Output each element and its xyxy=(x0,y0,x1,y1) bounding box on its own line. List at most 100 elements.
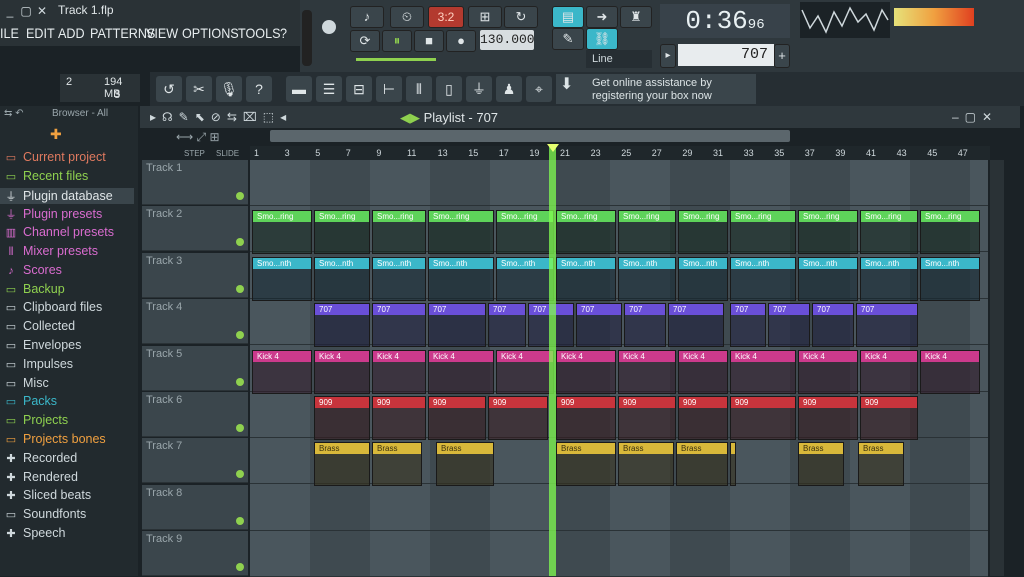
undo-icon[interactable]: ↺ xyxy=(156,76,182,102)
track-header[interactable]: Track 7 xyxy=(142,438,248,484)
master-volume-slider[interactable] xyxy=(302,10,312,66)
pattern-clip[interactable]: Smo...ring xyxy=(678,210,728,255)
browser-item[interactable]: ♪ Scores xyxy=(4,263,62,277)
pattern-clip[interactable]: Smo...nth xyxy=(920,256,980,301)
browser-item[interactable]: ✚ Recorded xyxy=(4,451,77,465)
pattern-clip[interactable]: Smo...ring xyxy=(428,210,494,255)
pattern-clip[interactable]: 909 xyxy=(618,396,676,440)
menu-view[interactable]: VIEW xyxy=(146,25,178,41)
pattern-clip[interactable]: 707 xyxy=(428,303,486,348)
track-enable-led[interactable] xyxy=(236,377,244,386)
pattern-clip[interactable]: Smo...nth xyxy=(678,256,728,301)
pattern-clip[interactable]: Smo...ring xyxy=(372,210,426,255)
pattern-clip[interactable]: Smo...ring xyxy=(252,210,312,255)
browser-item[interactable]: ▭ Backup xyxy=(4,282,65,296)
metronome-icon[interactable]: ♪ xyxy=(350,6,384,28)
pattern-clip[interactable]: 707 xyxy=(624,303,666,348)
stop-button[interactable]: ■ xyxy=(414,30,444,52)
vertical-scrollbar[interactable] xyxy=(990,160,1004,576)
person-icon[interactable]: ♟ xyxy=(496,76,522,102)
pattern-clip[interactable]: 909 xyxy=(730,396,796,440)
menu-tools[interactable]: TOOLS xyxy=(238,25,280,41)
pattern-clip[interactable]: Smo...ring xyxy=(920,210,980,255)
pattern-clip[interactable]: Brass xyxy=(556,442,616,487)
track-header[interactable]: Track 2 xyxy=(142,206,248,252)
pattern-clip[interactable]: 707 xyxy=(372,303,426,348)
cut-icon[interactable]: ✂ xyxy=(186,76,212,102)
pattern-clip[interactable]: Smo...nth xyxy=(372,256,426,301)
pattern-song-toggle[interactable]: ⟳ xyxy=(350,30,380,52)
horizontal-scrollbar[interactable] xyxy=(270,130,790,142)
document-icon[interactable]: ▯ xyxy=(436,76,462,102)
pattern-clip[interactable]: Kick 4 xyxy=(798,349,858,394)
browser-item[interactable]: ⏚ Plugin presets xyxy=(4,206,103,222)
pattern-clip[interactable]: 909 xyxy=(428,396,486,440)
browser-item[interactable]: ⏚ Plugin database xyxy=(0,187,134,204)
browser-item[interactable]: ▭ Current project xyxy=(4,150,106,164)
pattern-clip[interactable]: Kick 4 xyxy=(730,349,796,394)
pencil-icon[interactable]: ✎ xyxy=(552,28,584,50)
browser-item[interactable]: ▭ Misc xyxy=(4,376,49,390)
track-enable-led[interactable] xyxy=(236,238,244,247)
zoom-icon[interactable]: ⟷ ⤢ ⊞ xyxy=(176,130,220,145)
pattern-clip[interactable]: 909 xyxy=(488,396,548,440)
browser-item[interactable]: ▭ Collected xyxy=(4,319,75,333)
maximize-button[interactable]: ▢ xyxy=(18,3,34,19)
playhead[interactable] xyxy=(549,146,556,576)
pattern-clip[interactable]: Kick 4 xyxy=(860,349,918,394)
pattern-clip[interactable]: Brass xyxy=(798,442,844,487)
piano-roll-icon[interactable]: ▬ xyxy=(286,76,312,102)
pattern-clip[interactable]: Brass xyxy=(676,442,728,487)
pattern-clip[interactable]: 707 xyxy=(856,303,918,348)
hat-icon[interactable]: ♜ xyxy=(620,6,652,28)
menu-file[interactable]: ILE xyxy=(0,25,19,41)
pattern-clip[interactable]: Smo...nth xyxy=(618,256,676,301)
track-enable-led[interactable] xyxy=(236,284,244,293)
link-icon[interactable]: ⛓ xyxy=(586,28,618,50)
pattern-clip[interactable]: Smo...nth xyxy=(252,256,312,301)
pattern-clip[interactable]: Brass xyxy=(858,442,904,487)
playlist-tools-icon[interactable]: ▸☊✎⬉⊘⇆⌧⬚◂ xyxy=(150,110,292,124)
pattern-clip[interactable]: Smo...ring xyxy=(496,210,554,255)
pattern-clip[interactable]: Smo...ring xyxy=(798,210,858,255)
position-slider[interactable] xyxy=(356,58,436,61)
pattern-clip[interactable]: Brass xyxy=(618,442,674,487)
pattern-clip[interactable]: Smo...nth xyxy=(798,256,858,301)
pattern-clip[interactable]: Kick 4 xyxy=(314,349,370,394)
mixer-icon[interactable]: ⫴ xyxy=(406,76,432,102)
pattern-clip[interactable]: Brass xyxy=(314,442,370,487)
tag-icon[interactable]: ⌖ xyxy=(526,76,552,102)
track-enable-led[interactable] xyxy=(236,516,244,525)
playlist-view-icon[interactable]: ▤ xyxy=(552,6,584,28)
track-header[interactable]: Track 6 xyxy=(142,392,248,437)
pattern-clip[interactable]: Smo...nth xyxy=(860,256,918,301)
pattern-clip[interactable]: 909 xyxy=(314,396,370,440)
pattern-clip[interactable]: Smo...nth xyxy=(556,256,616,301)
pattern-clip[interactable]: 707 xyxy=(488,303,526,348)
browser-item[interactable]: ▭ Soundfonts xyxy=(4,507,86,521)
tempo-display[interactable]: 130.000 xyxy=(480,30,535,50)
pattern-clip[interactable]: 707 xyxy=(812,303,854,348)
pattern-clip[interactable]: Smo...ring xyxy=(556,210,616,255)
pattern-clip[interactable]: Smo...ring xyxy=(730,210,796,255)
arrow-icon[interactable]: ➜ xyxy=(586,6,618,28)
track-header[interactable]: Track 1 xyxy=(142,160,248,205)
pattern-clip[interactable]: Smo...ring xyxy=(860,210,918,255)
menu-options[interactable]: OPTIONS xyxy=(182,25,239,41)
playhead-marker-icon[interactable] xyxy=(547,144,559,152)
browser-nav-icon[interactable]: ⇆ ↶ xyxy=(4,108,24,119)
pattern-clip[interactable]: 707 xyxy=(314,303,370,348)
browser-item[interactable]: ▭ Clipboard files xyxy=(4,300,102,314)
close-button[interactable]: ✕ xyxy=(34,3,50,19)
pattern-clip[interactable]: 909 xyxy=(860,396,918,440)
browser-item[interactable]: ✚ Sliced beats xyxy=(4,488,91,502)
pattern-clip[interactable]: 909 xyxy=(798,396,858,440)
browser-star-icon[interactable]: ✚ xyxy=(50,126,62,143)
pattern-clip[interactable]: Kick 4 xyxy=(556,349,616,394)
track-header[interactable]: Track 5 xyxy=(142,345,248,391)
pattern-clip[interactable]: Smo...nth xyxy=(428,256,494,301)
browser-filter[interactable]: Browser - All xyxy=(52,108,108,119)
snap-select[interactable]: Line xyxy=(586,50,652,68)
pattern-clip[interactable]: Kick 4 xyxy=(372,349,426,394)
pattern-clip[interactable]: Kick 4 xyxy=(496,349,554,394)
